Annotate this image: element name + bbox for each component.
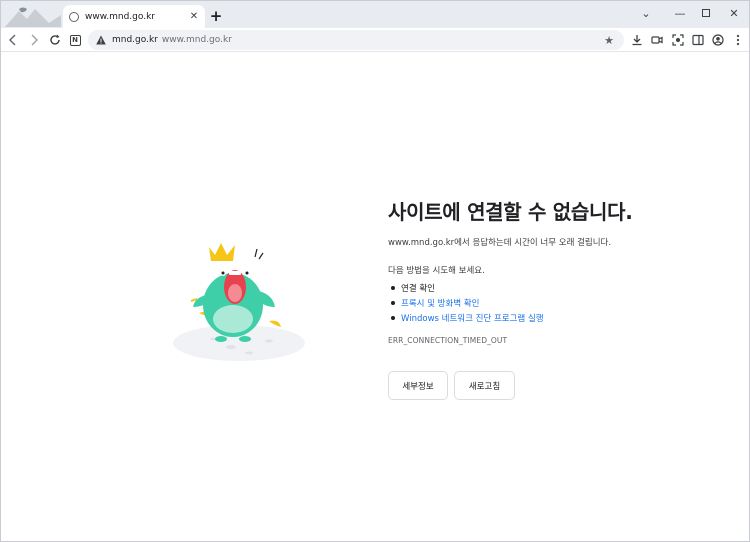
bullet-icon bbox=[391, 316, 395, 320]
error-code: ERR_CONNECTION_TIMED_OUT bbox=[388, 336, 508, 345]
browser-window: www.mnd.go.kr ✕ + ⌄ — ✕ N mnd.go.kr www.… bbox=[0, 0, 750, 542]
tab-strip: www.mnd.go.kr ✕ + ⌄ — ✕ bbox=[1, 1, 749, 28]
close-window-button[interactable]: ✕ bbox=[723, 4, 745, 22]
video-icon[interactable] bbox=[649, 32, 665, 48]
maximize-button[interactable] bbox=[695, 4, 717, 22]
active-tab[interactable]: www.mnd.go.kr ✕ bbox=[63, 5, 205, 28]
reload-icon bbox=[50, 34, 60, 45]
suggestion-proxy-firewall-link[interactable]: 프록시 및 방화벽 확인 bbox=[391, 297, 631, 309]
bookmark-star-icon[interactable]: ★ bbox=[602, 33, 616, 47]
suggestion-label[interactable]: Windows 네트워크 진단 프로그램 실행 bbox=[401, 312, 544, 324]
side-panel-icon[interactable] bbox=[690, 32, 706, 48]
suggestion-label[interactable]: 프록시 및 방화벽 확인 bbox=[401, 297, 480, 309]
back-arrow-icon bbox=[9, 34, 16, 46]
lens-icon[interactable] bbox=[670, 32, 686, 48]
details-button[interactable]: 세부정보 bbox=[388, 371, 448, 400]
minimize-button[interactable]: — bbox=[669, 4, 691, 22]
suggestion-network-diagnostics-link[interactable]: Windows 네트워크 진단 프로그램 실행 bbox=[391, 312, 631, 324]
globe-icon bbox=[69, 11, 79, 22]
back-button[interactable] bbox=[5, 32, 21, 48]
new-tab-button[interactable]: + bbox=[208, 8, 224, 24]
reload-button[interactable] bbox=[47, 32, 63, 48]
tab-search-icon[interactable]: ⌄ bbox=[635, 4, 657, 22]
close-tab-icon[interactable]: ✕ bbox=[187, 10, 201, 24]
forward-arrow-icon bbox=[31, 34, 38, 46]
warning-icon[interactable] bbox=[96, 35, 106, 45]
suggestions-heading: 다음 방법을 시도해 보세요. bbox=[388, 266, 485, 276]
url-full: www.mnd.go.kr bbox=[161, 35, 232, 45]
toolbar: N mnd.go.kr www.mnd.go.kr ★ bbox=[1, 28, 749, 52]
download-icon[interactable] bbox=[629, 32, 645, 48]
profile-icon[interactable] bbox=[710, 32, 726, 48]
error-description: www.mnd.go.kr에서 응답하는데 시간이 너무 오래 걸립니다. bbox=[388, 238, 612, 248]
bullet-icon bbox=[391, 301, 395, 305]
bullet-icon bbox=[391, 286, 395, 290]
suggestion-check-connection: 연결 확인 bbox=[391, 282, 631, 294]
error-title: 사이트에 연결할 수 없습니다. bbox=[388, 200, 633, 224]
menu-icon[interactable] bbox=[730, 32, 746, 48]
tab-title: www.mnd.go.kr bbox=[85, 11, 155, 22]
notion-extension-icon[interactable]: N bbox=[67, 32, 83, 48]
forward-button[interactable] bbox=[26, 32, 42, 48]
profile-theme-icon bbox=[5, 7, 61, 27]
suggestion-label: 연결 확인 bbox=[401, 284, 435, 294]
address-bar[interactable]: mnd.go.kr www.mnd.go.kr ★ bbox=[88, 30, 624, 50]
reload-page-button[interactable]: 새로고침 bbox=[454, 371, 515, 400]
error-dino-illustration bbox=[173, 243, 305, 361]
url-host: mnd.go.kr bbox=[112, 35, 158, 45]
